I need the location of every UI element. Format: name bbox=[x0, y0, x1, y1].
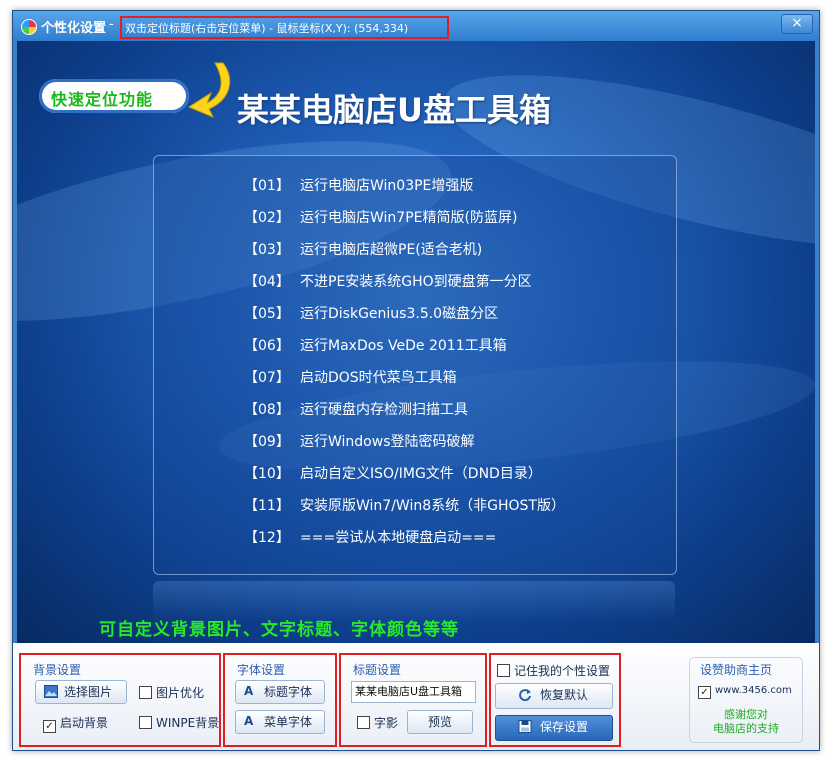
menu-item-12[interactable]: 【12】 ===尝试从本地硬盘启动=== bbox=[244, 527, 496, 547]
font-settings-label: 字体设置 bbox=[237, 663, 286, 677]
enable-background-checkbox[interactable]: ✓ 启动背景 bbox=[43, 714, 108, 733]
font-settings-group: 字体设置 A 标题字体 A 菜单字体 bbox=[223, 653, 337, 747]
background-settings-label: 背景设置 bbox=[33, 663, 82, 677]
menu-item-11[interactable]: 【11】 安装原版Win7/Win8系统（非GHOST版） bbox=[244, 495, 565, 515]
close-button[interactable]: × bbox=[781, 14, 813, 34]
quick-locate-cloud: 快速定位功能 bbox=[39, 79, 189, 113]
quick-locate-label: 快速定位功能 bbox=[51, 90, 154, 109]
font-icon: A bbox=[244, 714, 254, 728]
app-icon bbox=[21, 19, 37, 35]
font-icon: A bbox=[244, 684, 254, 698]
menu-item-06[interactable]: 【06】 运行MaxDos VeDe 2011工具箱 bbox=[244, 335, 507, 355]
checkbox-box bbox=[139, 686, 152, 699]
title-font-button[interactable]: A 标题字体 bbox=[235, 680, 325, 704]
winpe-background-checkbox[interactable]: WINPE背景 bbox=[139, 714, 219, 731]
sponsor-label: 设赞助商主页 bbox=[700, 663, 773, 677]
window-title: 个性化设置 bbox=[41, 21, 107, 36]
settings-window: 个性化设置 - 双击定位标题(右击定位菜单) - 鼠标坐标(X,Y): (554… bbox=[12, 10, 820, 751]
menu-item-04[interactable]: 【04】 不进PE安装系统GHO到硬盘第一分区 bbox=[244, 271, 532, 291]
boot-menu-panel: 【01】 运行电脑店Win03PE增强版 【02】 运行电脑店Win7PE精简版(防… bbox=[153, 155, 677, 575]
boot-menu-preview[interactable]: 快速定位功能 某某电脑店U盘工具箱 【01】 运行电脑店Win03PE增强版 【0… bbox=[17, 41, 815, 643]
refresh-icon bbox=[519, 689, 531, 701]
menu-item-09[interactable]: 【09】 运行Windows登陆密码破解 bbox=[244, 431, 475, 451]
actions-group: 记住我的个性设置 恢复默认 保存设置 bbox=[489, 653, 621, 747]
customization-note: 可自定义背景图片、文字标题、字体颜色等等 bbox=[99, 620, 459, 640]
image-icon bbox=[44, 685, 58, 698]
remember-settings-checkbox[interactable]: 记住我的个性设置 bbox=[497, 662, 610, 679]
title-settings-group: 标题设置 某某电脑店U盘工具箱 字影 预览 bbox=[339, 653, 487, 747]
menu-font-button[interactable]: A 菜单字体 bbox=[235, 710, 325, 734]
preview-button[interactable]: 预览 bbox=[407, 710, 473, 734]
menu-item-10[interactable]: 【10】 启动自定义ISO/IMG文件（DND目录） bbox=[244, 463, 542, 483]
checkbox-checked: ✓ bbox=[698, 686, 711, 699]
curved-arrow-icon bbox=[187, 62, 231, 118]
menu-item-08[interactable]: 【08】 运行硬盘内存检测扫描工具 bbox=[244, 399, 468, 419]
menu-item-05[interactable]: 【05】 运行DiskGenius3.5.0磁盘分区 bbox=[244, 303, 498, 323]
restore-default-button[interactable]: 恢复默认 bbox=[495, 683, 613, 709]
settings-toolbar: 背景设置 选择图片 图片优化 ✓ 启动背景 WINPE背景 字体设置 A 标题字体… bbox=[13, 643, 819, 750]
title-text-input[interactable]: 某某电脑店U盘工具箱 bbox=[351, 681, 476, 703]
menu-item-01[interactable]: 【01】 运行电脑店Win03PE增强版 bbox=[244, 175, 473, 195]
checkbox-box bbox=[357, 716, 370, 729]
background-settings-group: 背景设置 选择图片 图片优化 ✓ 启动背景 WINPE背景 bbox=[19, 653, 221, 747]
sponsor-thanks: 感谢您对 电脑店的支持 bbox=[713, 708, 779, 735]
checkbox-box bbox=[497, 664, 510, 677]
shadow-checkbox[interactable]: 字影 bbox=[357, 714, 398, 731]
checkbox-box bbox=[139, 716, 152, 729]
hint-text: 双击定位标题(右击定位菜单) - 鼠标坐标(X,Y): (554,334) bbox=[125, 22, 409, 35]
checkbox-checked: ✓ bbox=[43, 720, 56, 733]
main-title[interactable]: 某某电脑店U盘工具箱 bbox=[237, 85, 551, 131]
image-optimize-checkbox[interactable]: 图片优化 bbox=[139, 684, 204, 701]
title-separator: - bbox=[109, 17, 114, 32]
menu-item-03[interactable]: 【03】 运行电脑店超微PE(适合老机) bbox=[244, 239, 482, 259]
select-image-button[interactable]: 选择图片 bbox=[35, 680, 127, 704]
menu-item-02[interactable]: 【02】 运行电脑店Win7PE精简版(防蓝屏) bbox=[244, 207, 517, 227]
title-bar[interactable]: 个性化设置 - 双击定位标题(右击定位菜单) - 鼠标坐标(X,Y): (554… bbox=[13, 11, 819, 41]
sponsor-site-checkbox[interactable]: ✓ www.3456.com bbox=[698, 685, 792, 699]
title-settings-label: 标题设置 bbox=[353, 663, 402, 677]
mouse-coordinate-hint: 双击定位标题(右击定位菜单) - 鼠标坐标(X,Y): (554,334) bbox=[120, 16, 449, 39]
save-settings-button[interactable]: 保存设置 bbox=[495, 715, 613, 741]
save-disk-icon bbox=[518, 720, 532, 733]
menu-item-07[interactable]: 【07】 启动DOS时代菜鸟工具箱 bbox=[244, 367, 457, 387]
sponsor-homepage-group: 设赞助商主页 ✓ www.3456.com 感谢您对 电脑店的支持 bbox=[689, 657, 803, 743]
